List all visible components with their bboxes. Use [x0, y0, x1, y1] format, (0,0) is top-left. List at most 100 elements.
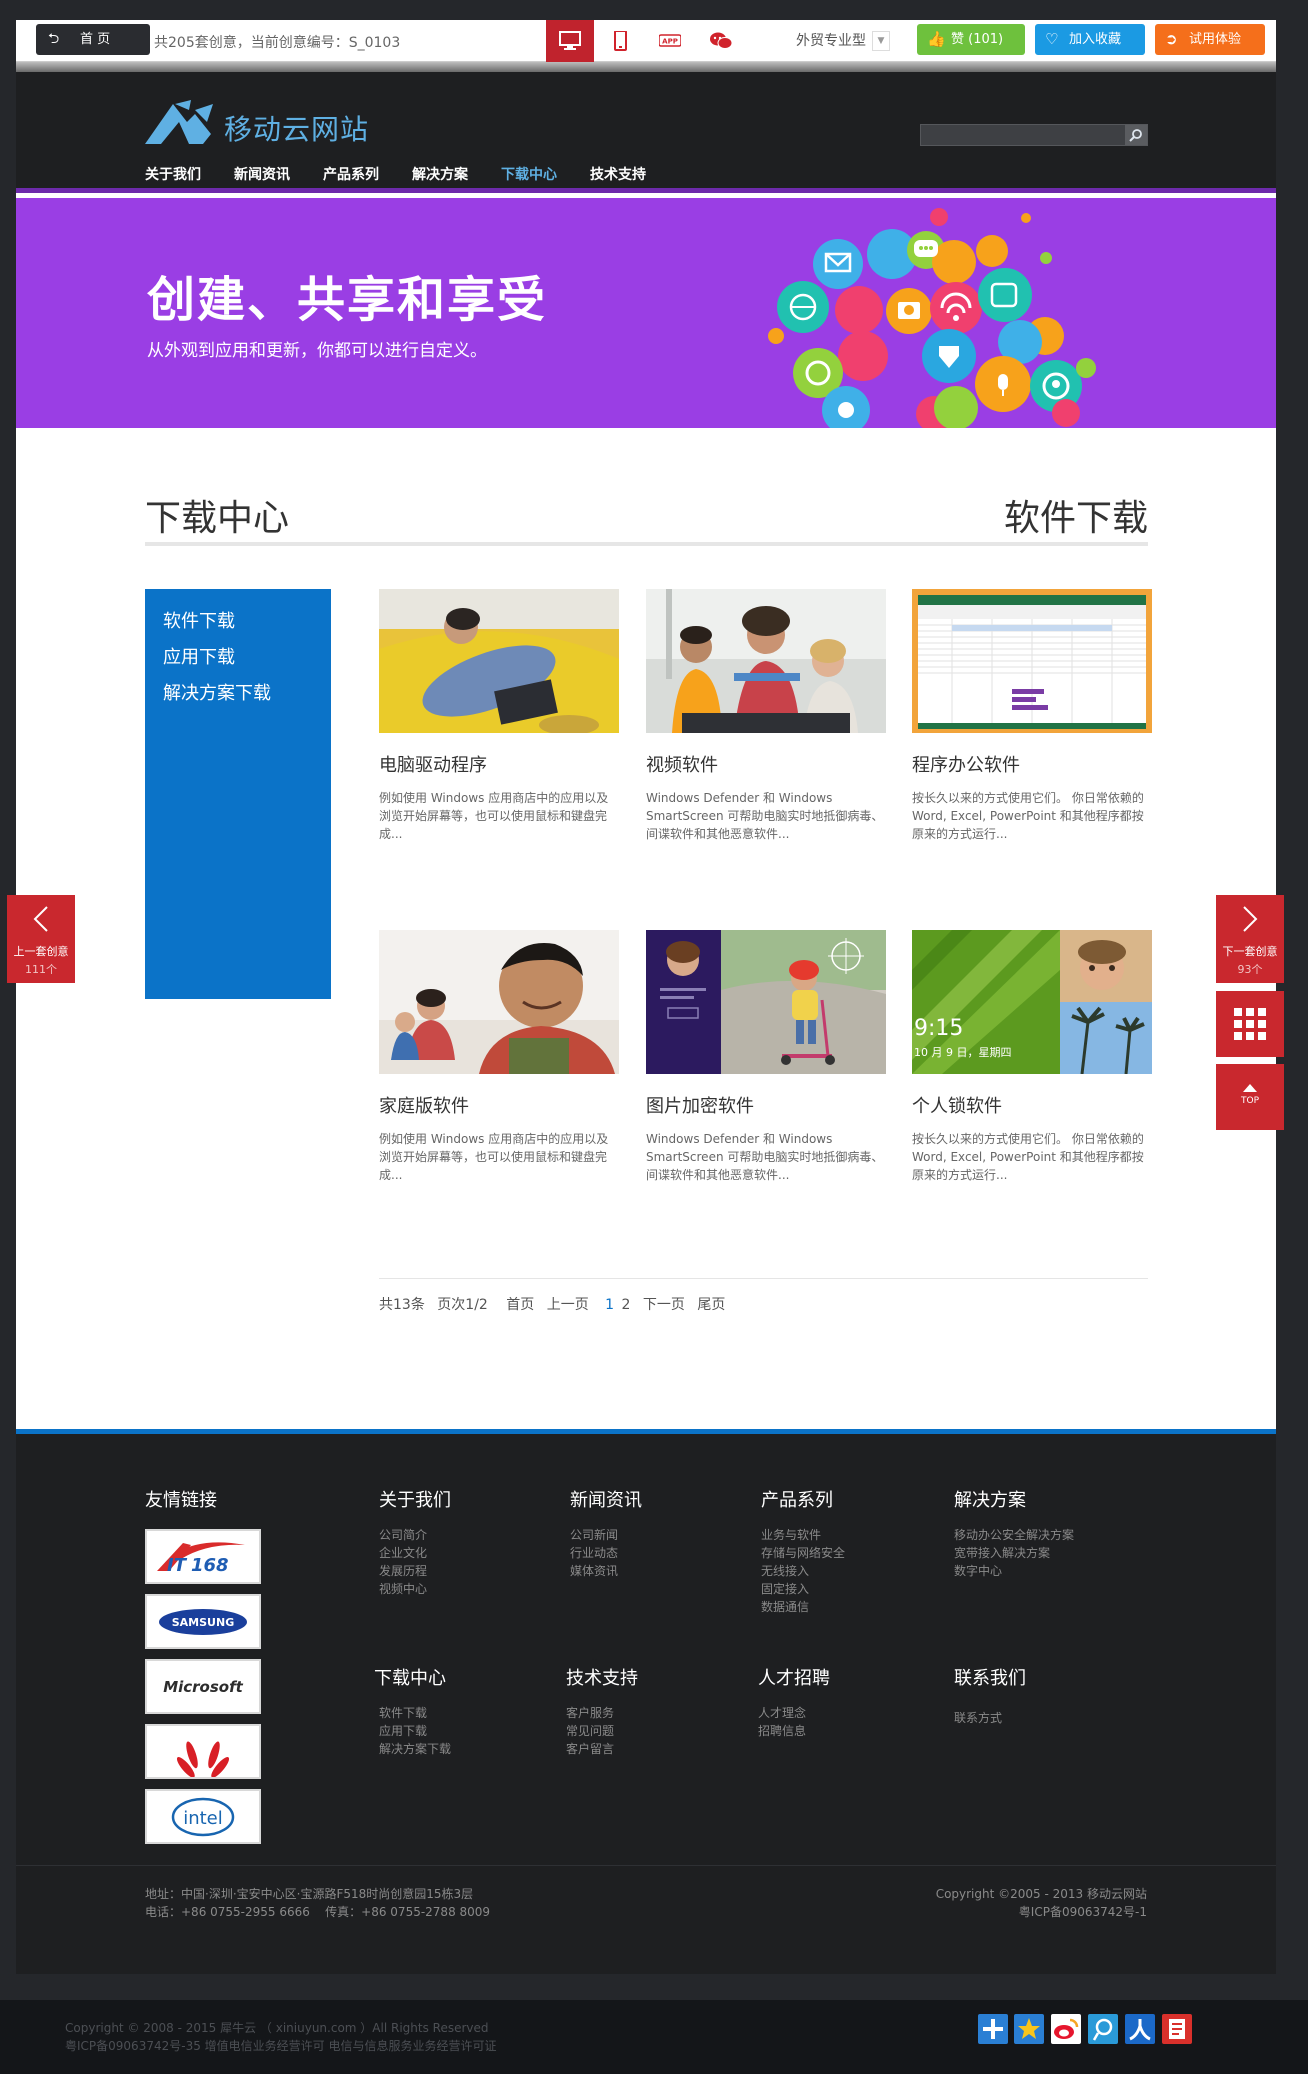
all-creatives-button[interactable]: [1216, 991, 1284, 1057]
footer-link[interactable]: 移动办公安全解决方案: [954, 1526, 1074, 1543]
partner-logo-intel[interactable]: intel: [145, 1789, 261, 1844]
product-thumbnail[interactable]: 9:15 10 月 9 日，星期四: [912, 930, 1152, 1074]
like-button[interactable]: 👍 赞 (101): [917, 24, 1025, 55]
side-menu-software[interactable]: 软件下载: [145, 604, 331, 640]
desktop-view-button[interactable]: [546, 20, 594, 62]
pager-next[interactable]: 下一页: [643, 1297, 685, 1313]
footer-link[interactable]: 媒体资讯: [570, 1562, 618, 1579]
footer-link[interactable]: 人才理念: [758, 1704, 806, 1721]
footer-link[interactable]: 客户留言: [566, 1740, 614, 1757]
creative-code: S_0103: [348, 35, 401, 51]
tencent-weibo-share-button[interactable]: [1088, 2014, 1118, 2044]
footer-link[interactable]: 公司简介: [379, 1526, 427, 1543]
footer-link[interactable]: 客户服务: [566, 1704, 614, 1721]
section-title: 下载中心: [145, 498, 290, 539]
footer-link[interactable]: 数据通信: [761, 1598, 809, 1615]
tablet-view-button[interactable]: [596, 20, 644, 62]
product-title[interactable]: 电脑驱动程序: [379, 751, 487, 777]
footer-link[interactable]: 企业文化: [379, 1544, 427, 1561]
nav-item-products[interactable]: 产品系列: [323, 164, 379, 184]
product-card[interactable]: 9:15 10 月 9 日，星期四 个人锁软件 按长久以来的方式使用它们。 你日…: [912, 930, 1152, 1200]
pagination: 共13条 页次1/2 首页 上一页 1 2 下一页 尾页: [379, 1294, 733, 1314]
product-card[interactable]: 程序办公软件 按长久以来的方式使用它们。 你日常依赖的 Word, Excel,…: [912, 589, 1152, 859]
product-card[interactable]: 图片加密软件 Windows Defender 和 Windows SmartS…: [646, 930, 886, 1200]
nav-item-news[interactable]: 新闻资讯: [234, 164, 290, 184]
wechat-view-button[interactable]: [696, 20, 744, 62]
footer-link[interactable]: 常见问题: [566, 1722, 614, 1739]
footer-link[interactable]: 解决方案下载: [379, 1740, 451, 1757]
footer-link[interactable]: 软件下载: [379, 1704, 427, 1721]
partner-logo-it168[interactable]: IT 168: [145, 1529, 261, 1584]
product-thumbnail[interactable]: [912, 589, 1152, 733]
product-card[interactable]: 视频软件 Windows Defender 和 Windows SmartScr…: [646, 589, 886, 859]
product-card[interactable]: 家庭版软件 例如使用 Windows 应用商店中的应用以及浏览开始屏幕等，也可以…: [379, 930, 619, 1200]
footer-column-title[interactable]: 人才招聘: [758, 1664, 830, 1690]
footer-link[interactable]: 公司新闻: [570, 1526, 618, 1543]
back-to-top-button[interactable]: TOP: [1216, 1064, 1284, 1130]
footer-link[interactable]: 应用下载: [379, 1722, 427, 1739]
footer-link[interactable]: 联系方式: [954, 1709, 1002, 1726]
prev-creative-label: 上一套创意: [13, 945, 69, 958]
partner-logo-huawei[interactable]: [145, 1724, 261, 1779]
footer-column-title[interactable]: 新闻资讯: [570, 1486, 642, 1512]
weibo-share-button[interactable]: [1051, 2014, 1081, 2044]
product-thumbnail[interactable]: [379, 589, 619, 733]
nav-item-solutions[interactable]: 解决方案: [412, 164, 468, 184]
friends-laptop-photo: [646, 589, 886, 733]
site-logo[interactable]: 移动云网站: [145, 100, 395, 146]
nav-item-downloads[interactable]: 下载中心: [501, 164, 557, 184]
footer-link[interactable]: 发展历程: [379, 1562, 427, 1579]
footer-link[interactable]: 无线接入: [761, 1562, 809, 1579]
product-card[interactable]: 电脑驱动程序 例如使用 Windows 应用商店中的应用以及浏览开始屏幕等，也可…: [379, 589, 619, 859]
footer-column-title[interactable]: 技术支持: [566, 1664, 638, 1690]
product-title[interactable]: 视频软件: [646, 751, 718, 777]
site-search-input[interactable]: [920, 124, 1148, 146]
side-menu-solutions[interactable]: 解决方案下载: [145, 676, 331, 712]
product-thumbnail[interactable]: [379, 930, 619, 1074]
qzone-share-button[interactable]: [978, 2014, 1008, 2044]
footer-link[interactable]: 招聘信息: [758, 1722, 806, 1739]
pager-first[interactable]: 首页: [506, 1297, 534, 1313]
trial-button[interactable]: ➲ 试用体验: [1155, 24, 1265, 55]
footer-column-title[interactable]: 解决方案: [954, 1486, 1026, 1512]
footer-column-title[interactable]: 下载中心: [374, 1664, 446, 1690]
next-creative-button[interactable]: 下一套创意 93个: [1216, 895, 1284, 983]
footer-link[interactable]: 行业动态: [570, 1544, 618, 1561]
pager-prev[interactable]: 上一页: [547, 1297, 589, 1313]
prev-creative-button[interactable]: 上一套创意 111个: [7, 895, 75, 983]
footer-link[interactable]: 业务与软件: [761, 1526, 821, 1543]
side-menu-apps[interactable]: 应用下载: [145, 640, 331, 676]
product-title[interactable]: 图片加密软件: [646, 1092, 754, 1118]
product-title[interactable]: 家庭版软件: [379, 1092, 469, 1118]
nav-item-support[interactable]: 技术支持: [590, 164, 646, 184]
add-favorite-button[interactable]: ♡ 加入收藏: [1035, 24, 1145, 55]
product-title[interactable]: 程序办公软件: [912, 751, 1020, 777]
douban-share-button[interactable]: [1162, 2014, 1192, 2044]
footer-link[interactable]: 宽带接入解决方案: [954, 1544, 1050, 1561]
renren-share-button[interactable]: [1125, 2014, 1155, 2044]
product-thumbnail[interactable]: [646, 589, 886, 733]
qq-favorite-share-button[interactable]: [1014, 2014, 1044, 2044]
nav-item-about[interactable]: 关于我们: [145, 164, 201, 184]
svg-text:Microsoft: Microsoft: [163, 1678, 243, 1696]
product-title[interactable]: 个人锁软件: [912, 1092, 1002, 1118]
footer-column-title[interactable]: 关于我们: [379, 1486, 451, 1512]
pager-page-2[interactable]: 2: [622, 1297, 631, 1313]
home-button[interactable]: ⮌ 首 页: [36, 24, 150, 55]
footer-link[interactable]: 视频中心: [379, 1580, 427, 1597]
product-thumbnail[interactable]: [646, 930, 886, 1074]
footer-column-title[interactable]: 产品系列: [761, 1486, 833, 1512]
site-search-button[interactable]: [1125, 125, 1147, 145]
footer-link[interactable]: 数字中心: [954, 1562, 1002, 1579]
footer-link[interactable]: 存储与网络安全: [761, 1544, 845, 1561]
pager-page-1[interactable]: 1: [605, 1297, 614, 1313]
style-select[interactable]: 外贸专业型 ▼: [796, 30, 890, 51]
footer-link[interactable]: 固定接入: [761, 1580, 809, 1597]
logo-mark-icon: [145, 100, 213, 144]
footer-column-title[interactable]: 联系我们: [954, 1664, 1026, 1690]
pager-last[interactable]: 尾页: [697, 1297, 725, 1313]
partner-logo-samsung[interactable]: SAMSUNG: [145, 1594, 261, 1649]
svg-text:IT: IT: [167, 1555, 188, 1576]
app-view-button[interactable]: APP: [646, 20, 694, 62]
partner-logo-microsoft[interactable]: Microsoft: [145, 1659, 261, 1714]
